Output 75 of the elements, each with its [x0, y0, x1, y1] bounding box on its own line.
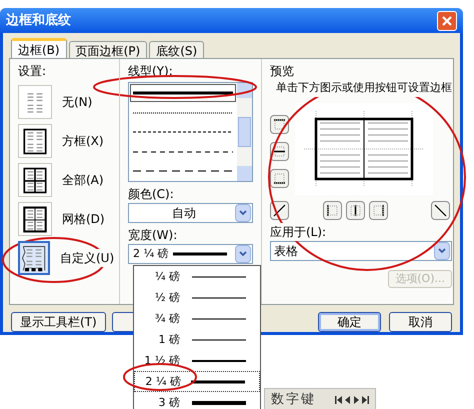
left-border-button[interactable] — [323, 200, 342, 220]
right-border-button[interactable] — [369, 200, 388, 220]
dropdown-button[interactable] — [235, 204, 251, 222]
width-option-label: 2 ¼ 磅 — [144, 374, 181, 390]
color-dropdown[interactable]: 自动 — [128, 203, 253, 224]
toolbar-title: 数字键 — [271, 391, 316, 409]
right-border-icon — [372, 204, 385, 217]
width-option[interactable]: ½ 磅 — [134, 287, 260, 308]
line-sample — [192, 358, 246, 364]
width-label: 宽度(W): — [128, 227, 178, 244]
apply-to-label: 应用于(L): — [270, 222, 326, 241]
all-border-icon — [21, 166, 49, 195]
width-option[interactable]: 1 磅 — [134, 329, 260, 350]
diagonal-down-border-button[interactable] — [431, 200, 450, 220]
width-option-label: 3 磅 — [158, 394, 180, 409]
dialog-button[interactable]: 取消 — [389, 312, 452, 332]
left-border-icon — [326, 204, 339, 217]
setting-option[interactable] — [18, 124, 52, 158]
tab[interactable]: 页面边框(P) — [68, 41, 148, 58]
width-option[interactable]: 3 磅 — [134, 392, 260, 409]
preview-hint: 单击下方图示或使用按钮可设置边框 — [276, 80, 452, 97]
dialog-button[interactable]: 确定 — [318, 312, 381, 332]
line-sample — [192, 274, 246, 280]
setting-option[interactable] — [18, 241, 50, 276]
scrollbar[interactable] — [237, 83, 252, 182]
chevron-down-icon — [239, 251, 248, 258]
grid-border-icon — [21, 204, 49, 234]
close-icon — [442, 16, 452, 26]
width-option-label: ½ 磅 — [154, 290, 180, 306]
setting-option[interactable] — [18, 163, 52, 198]
inside-vertical-border-button[interactable] — [346, 200, 365, 220]
line-sample — [192, 316, 246, 322]
box-border-icon — [21, 126, 49, 156]
inside-horizontal-border-icon — [273, 144, 286, 158]
line-style-label: 线型(Y): — [128, 63, 174, 80]
diagonal-down-border-icon — [434, 204, 447, 217]
line-style-list[interactable] — [128, 82, 253, 182]
setting-label: 自定义(U) — [60, 249, 114, 268]
color-label: 颜色(C): — [128, 186, 175, 204]
apply-to-dropdown[interactable]: 表格 — [270, 240, 452, 261]
window-title: 边框和底纹 — [6, 12, 71, 30]
width-value: 2 ¼ 磅 — [133, 246, 169, 262]
settings-label: 设置: — [18, 63, 48, 80]
width-option-label: ¾ 磅 — [154, 310, 180, 326]
line-style-option[interactable] — [130, 84, 236, 102]
navigation-arrows-icon — [335, 395, 369, 405]
width-option-label: 1 磅 — [158, 332, 180, 348]
width-option[interactable]: ¼ 磅 — [134, 266, 260, 288]
line-sample — [192, 294, 246, 301]
inside-vertical-border-icon — [349, 204, 362, 217]
chevron-down-icon — [239, 210, 247, 216]
chevron-down-icon — [438, 248, 446, 254]
color-value: 自动 — [171, 205, 197, 222]
apply-to-value: 表格 — [274, 242, 299, 260]
line-sample — [172, 251, 228, 258]
diagonal-up-border-icon — [273, 204, 286, 217]
bottom-border-button[interactable] — [270, 168, 289, 188]
tab[interactable]: 边框(B) — [11, 38, 67, 58]
custom-border-icon — [20, 244, 48, 273]
line-sample — [192, 336, 246, 343]
line-sample — [191, 378, 245, 385]
bottom-border-icon — [273, 172, 286, 185]
width-option-label: ¼ 磅 — [154, 268, 180, 284]
tab[interactable]: 底纹(S) — [149, 41, 204, 58]
line-sample — [192, 400, 246, 406]
dropdown-button[interactable] — [434, 242, 450, 260]
width-option[interactable]: ¾ 磅 — [134, 308, 260, 330]
close-button[interactable] — [437, 10, 457, 31]
setting-option[interactable] — [18, 202, 52, 236]
preview-label: 预览 — [270, 63, 295, 80]
show-toolbar-button[interactable]: 显示工具栏(T) — [11, 312, 106, 332]
dropdown-button[interactable] — [235, 245, 251, 264]
width-option[interactable]: 2 ¼ 磅 — [134, 371, 260, 392]
top-border-icon — [273, 118, 286, 131]
top-border-button[interactable] — [270, 114, 289, 134]
